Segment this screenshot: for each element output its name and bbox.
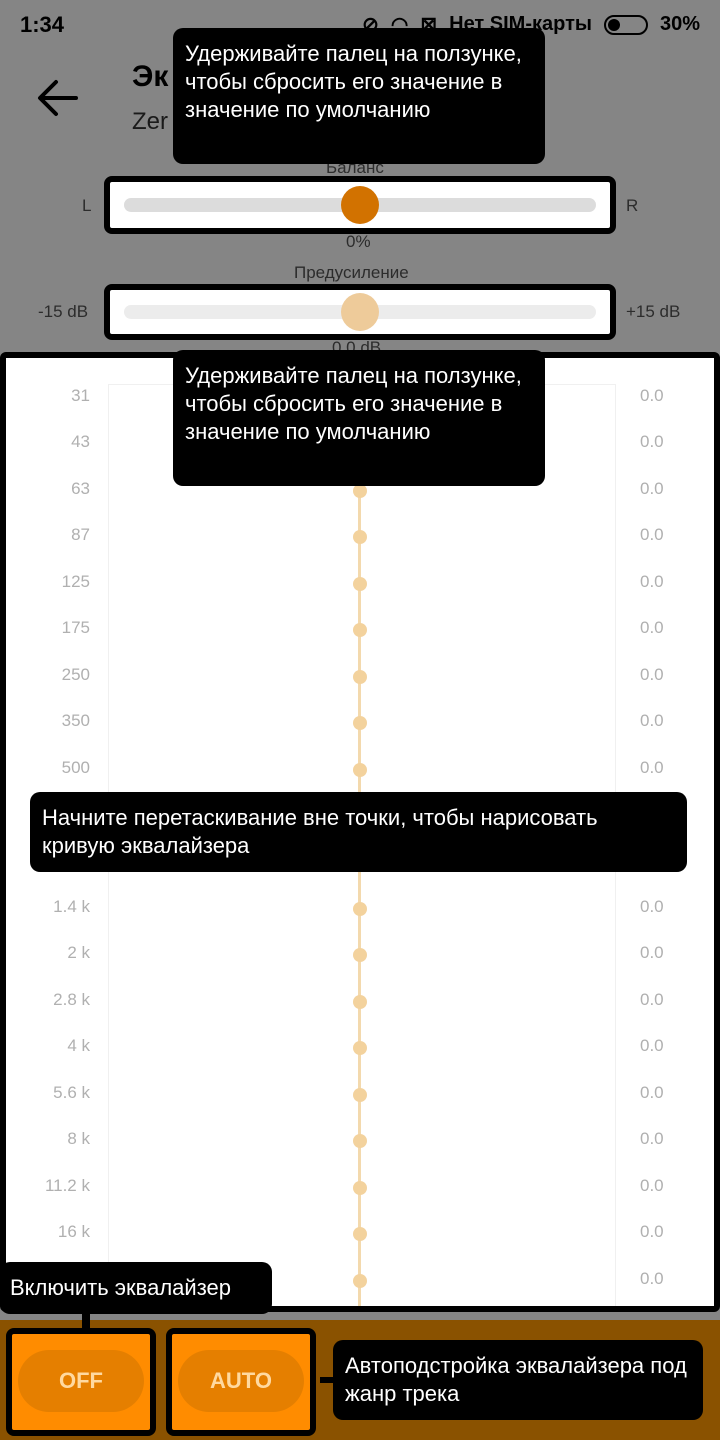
band-gain-value: 0.0	[640, 1175, 664, 1195]
band-gain-value: 0.0	[640, 711, 664, 731]
band-frequency-label: 31	[71, 386, 90, 405]
band-gain-point[interactable]	[353, 669, 367, 684]
band-gain-point[interactable]	[353, 576, 367, 591]
band-frequency-label: 500	[61, 757, 90, 777]
band-gain-point[interactable]	[353, 623, 367, 638]
curve-hint-tooltip: Начните перетаскивание вне точки, чтобы …	[30, 792, 687, 872]
balance-slider[interactable]	[104, 176, 616, 234]
equalizer-band-row[interactable]: 1.4 k 0.0	[6, 893, 714, 923]
auto-hint-connector	[320, 1377, 336, 1383]
equalizer-band-row[interactable]: 175 0.0	[6, 614, 714, 644]
band-gain-value: 0.0	[640, 525, 664, 545]
band-gain-point[interactable]	[353, 1180, 367, 1195]
band-gain-value: 0.0	[640, 571, 664, 591]
band-frequency-label: 250	[61, 664, 90, 684]
band-frequency-label: 8 k	[67, 1129, 90, 1149]
auto-highlight[interactable]: AUTO	[166, 1328, 316, 1436]
equalizer-band-row[interactable]: 2 k 0.0	[6, 939, 714, 969]
band-gain-value: 0.0	[640, 478, 664, 498]
band-gain-value: 0.0	[640, 1222, 664, 1242]
band-gain-point[interactable]	[353, 1227, 367, 1242]
equalizer-band-row[interactable]: 350 0.0	[6, 707, 714, 737]
band-gain-point[interactable]	[353, 901, 367, 916]
band-frequency-label: 4 k	[67, 1036, 90, 1056]
band-frequency-label: 2 k	[67, 943, 90, 963]
band-frequency-label: 87	[71, 525, 90, 545]
band-frequency-label: 43	[71, 432, 90, 452]
balance-hint-tooltip: Удерживайте палец на ползунке, чтобы сбр…	[173, 28, 545, 164]
enable-hint-connector	[82, 1312, 90, 1330]
band-gain-point[interactable]	[353, 1273, 367, 1288]
equalizer-toggle-highlight[interactable]: OFF	[6, 1328, 156, 1436]
band-gain-value: 0.0	[640, 1268, 664, 1288]
band-frequency-label: 1.4 k	[53, 896, 90, 916]
band-frequency-label: 63	[71, 478, 90, 498]
band-frequency-label: 175	[61, 618, 90, 638]
band-gain-value: 0.0	[640, 664, 664, 684]
equalizer-band-row[interactable]: 125 0.0	[6, 568, 714, 598]
band-frequency-label: 125	[61, 571, 90, 591]
balance-slider-thumb[interactable]	[341, 186, 379, 224]
equalizer-band-row[interactable]: 8 k 0.0	[6, 1125, 714, 1155]
equalizer-band-row[interactable]: 500 0.0	[6, 754, 714, 784]
band-gain-value: 0.0	[640, 1036, 664, 1056]
band-gain-value: 0.0	[640, 943, 664, 963]
band-gain-point[interactable]	[353, 1134, 367, 1149]
equalizer-band-row[interactable]: 250 0.0	[6, 661, 714, 691]
equalizer-band-row[interactable]: 16 k 0.0	[6, 1218, 714, 1248]
band-gain-point[interactable]	[353, 716, 367, 731]
preamp-slider-thumb[interactable]	[341, 293, 379, 331]
band-gain-value: 0.0	[640, 618, 664, 638]
equalizer-band-row[interactable]: 87 0.0	[6, 521, 714, 551]
band-frequency-label: 16 k	[57, 1222, 90, 1242]
band-gain-value: 0.0	[640, 989, 664, 1009]
enable-hint-tooltip: Включить эквалайзер	[0, 1262, 272, 1314]
preamp-hint-tooltip: Удерживайте палец на ползунке, чтобы сбр…	[173, 350, 545, 486]
preamp-slider[interactable]	[104, 284, 616, 340]
band-gain-value: 0.0	[640, 386, 664, 405]
equalizer-band-row[interactable]: 4 k 0.0	[6, 1032, 714, 1062]
band-gain-value: 0.0	[640, 1082, 664, 1102]
band-gain-point[interactable]	[353, 530, 367, 545]
band-gain-point[interactable]	[353, 1041, 367, 1056]
band-gain-value: 0.0	[640, 896, 664, 916]
band-gain-point[interactable]	[353, 762, 367, 777]
auto-hint-tooltip: Автоподстройка эквалайзера под жанр трек…	[333, 1340, 703, 1420]
band-frequency-label: 350	[61, 711, 90, 731]
equalizer-band-row[interactable]: 5.6 k 0.0	[6, 1079, 714, 1109]
equalizer-off-button[interactable]: OFF	[18, 1350, 144, 1412]
equalizer-auto-button[interactable]: AUTO	[178, 1350, 304, 1412]
equalizer-band-row[interactable]: 2.8 k 0.0	[6, 986, 714, 1016]
band-gain-point[interactable]	[353, 1087, 367, 1102]
band-frequency-label: 2.8 k	[53, 989, 90, 1009]
band-frequency-label: 5.6 k	[53, 1082, 90, 1102]
band-gain-point[interactable]	[353, 948, 367, 963]
band-gain-point[interactable]	[353, 994, 367, 1009]
band-gain-value: 0.0	[640, 432, 664, 452]
equalizer-band-row[interactable]: 11.2 k 0.0	[6, 1172, 714, 1202]
band-gain-value: 0.0	[640, 757, 664, 777]
band-gain-value: 0.0	[640, 1129, 664, 1149]
band-frequency-label: 11.2 k	[44, 1175, 90, 1195]
